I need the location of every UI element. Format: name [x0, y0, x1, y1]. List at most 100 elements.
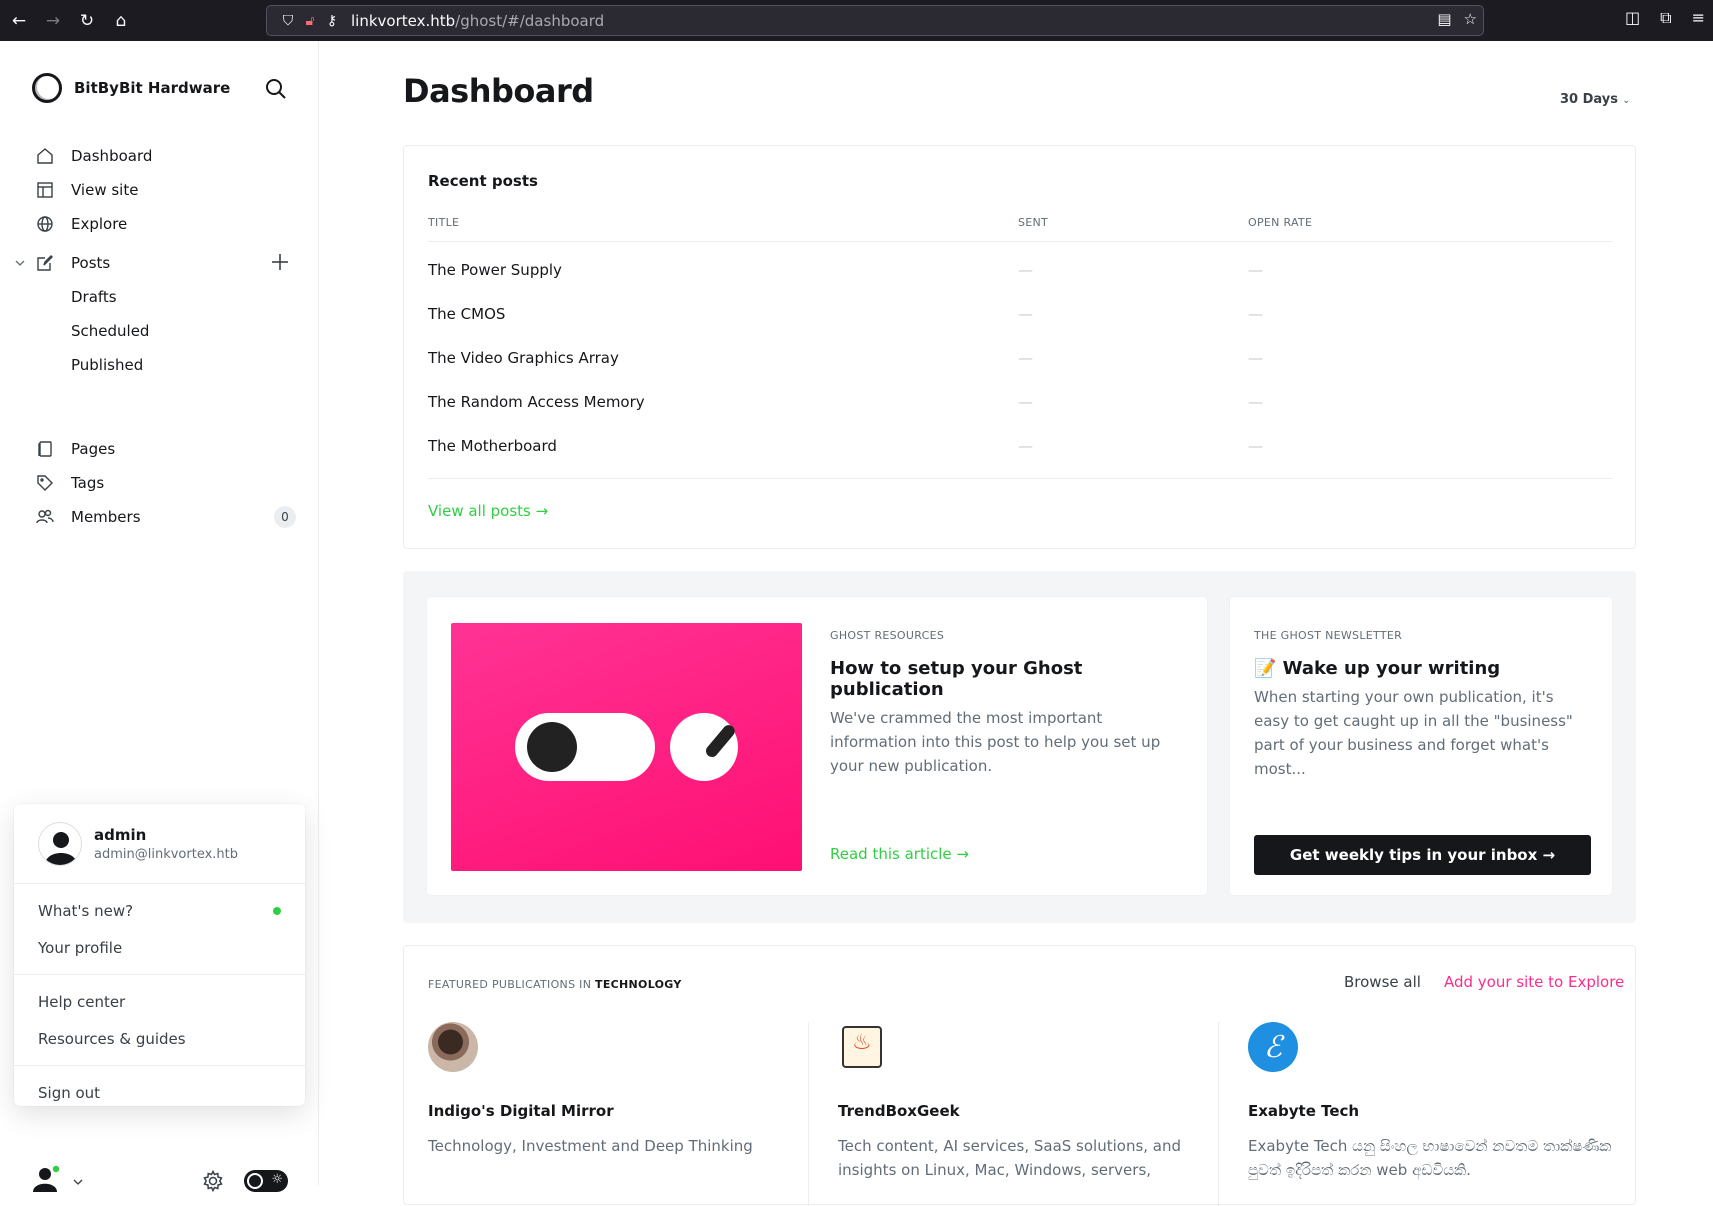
post-title[interactable]: The CMOS	[428, 305, 505, 323]
nav-view-site[interactable]: View site	[36, 173, 296, 207]
newsletter-heading: 📝 Wake up your writing	[1254, 658, 1501, 679]
menu-resources-guides[interactable]: Resources & guides	[14, 1020, 305, 1057]
divider	[1218, 1022, 1219, 1206]
nav-label: Tags	[71, 474, 105, 492]
menu-sign-out[interactable]: Sign out	[14, 1074, 305, 1111]
featured-prefix: FEATURED PUBLICATIONS IN	[428, 978, 592, 991]
url-bar[interactable]: ⛉ 🔓︎ ⚷ linkvortex.htb/ghost/#/dashboard …	[266, 5, 1484, 36]
nav-tags[interactable]: Tags	[36, 466, 296, 500]
user-email: admin@linkvortex.htb	[94, 846, 238, 862]
read-article-link[interactable]: Read this article →	[830, 845, 969, 863]
menu-label: What's new?	[38, 901, 134, 920]
post-title[interactable]: The Video Graphics Array	[428, 349, 619, 367]
lock-insecure-icon[interactable]: 🔓︎	[299, 13, 321, 29]
featured-heading: FEATURED PUBLICATIONS IN TECHNOLOGY	[428, 978, 682, 991]
publication-name: Exabyte Tech	[1248, 1102, 1360, 1120]
menu-label: Your profile	[38, 938, 123, 957]
home-icon	[36, 147, 54, 165]
sent-value: —	[1018, 261, 1033, 279]
nav-pages[interactable]: Pages	[36, 432, 296, 466]
publication-description: Exabyte Tech යනු සිංහල භාෂාවෙන් නවතම තාක…	[1248, 1137, 1612, 1179]
resources-heading[interactable]: How to setup your Ghost publication	[830, 658, 1182, 700]
chevron-down-icon	[73, 1179, 83, 1185]
post-title[interactable]: The Power Supply	[428, 261, 562, 279]
menu-whats-new[interactable]: What's new?	[14, 892, 305, 929]
page-title: Dashboard	[403, 72, 594, 110]
recent-posts-card: Recent posts TITLE SENT OPEN RATE The Po…	[403, 145, 1636, 549]
post-title[interactable]: The Motherboard	[428, 437, 557, 455]
key-icon[interactable]: ⚷	[321, 13, 343, 29]
publication-logo: ℰ	[1248, 1022, 1298, 1072]
table-row[interactable]: The Video Graphics Array — —	[428, 337, 1613, 381]
table-row[interactable]: The Motherboard — —	[428, 425, 1613, 469]
sent-value: —	[1018, 393, 1033, 411]
resources-section: GHOST RESOURCES How to setup your Ghost …	[403, 571, 1636, 923]
nav-posts[interactable]: Posts	[15, 246, 296, 280]
extensions-icon[interactable]: ⧉	[1660, 8, 1671, 28]
newsletter-signup-button[interactable]: Get weekly tips in your inbox →	[1254, 835, 1591, 875]
gear-icon[interactable]	[202, 1170, 224, 1192]
nav-dashboard[interactable]: Dashboard	[36, 139, 296, 173]
bookmark-star-icon[interactable]: ☆	[1464, 10, 1477, 28]
menu-help-center[interactable]: Help center	[14, 983, 305, 1020]
back-icon[interactable]: ←	[4, 6, 34, 36]
sent-value: —	[1018, 437, 1033, 455]
newsletter-kicker: THE GHOST NEWSLETTER	[1254, 629, 1403, 642]
new-post-plus-icon[interactable]	[270, 252, 290, 272]
publication-card[interactable]: Indigo's Digital Mirror Technology, Inve…	[428, 1022, 788, 1158]
table-row[interactable]: The Power Supply — —	[428, 249, 1613, 293]
open-rate-value: —	[1248, 393, 1263, 411]
forward-icon[interactable]: →	[38, 6, 68, 36]
publication-description: Technology, Investment and Deep Thinking	[428, 1137, 753, 1155]
recent-posts-title: Recent posts	[428, 172, 538, 190]
nav-drafts[interactable]: Drafts	[36, 280, 296, 314]
date-range-select[interactable]: 30 Days ⌄	[1560, 92, 1630, 107]
nav-label: Drafts	[71, 288, 117, 306]
nav-members[interactable]: Members 0	[36, 500, 296, 534]
avatar	[38, 821, 82, 866]
column-header-title: TITLE	[428, 216, 460, 229]
table-row[interactable]: The Random Access Memory — —	[428, 381, 1613, 425]
view-all-posts-link[interactable]: View all posts →	[428, 502, 548, 520]
browse-all-link[interactable]: Browse all	[1344, 973, 1421, 991]
publication-card[interactable]: ℰ Exabyte Tech Exabyte Tech යනු සිංහල භා…	[1248, 1022, 1618, 1182]
open-rate-value: —	[1248, 261, 1263, 279]
user-name: admin	[94, 825, 147, 844]
brand-name: BitByBit Hardware	[74, 79, 231, 97]
menu-your-profile[interactable]: Your profile	[14, 929, 305, 966]
reader-view-icon[interactable]: ▤	[1437, 10, 1451, 28]
publication-logo: ♨	[842, 1026, 882, 1068]
url-text[interactable]: linkvortex.htb/ghost/#/dashboard	[351, 12, 604, 30]
publication-name: TrendBoxGeek	[838, 1102, 960, 1120]
column-header-open-rate: OPEN RATE	[1248, 216, 1313, 229]
table-row[interactable]: The CMOS — —	[428, 293, 1613, 337]
reload-icon[interactable]: ↻	[72, 6, 102, 36]
featured-publications-card: FEATURED PUBLICATIONS IN TECHNOLOGY Brow…	[403, 945, 1636, 1206]
brand[interactable]: BitByBit Hardware	[32, 73, 230, 103]
avatar-icon	[33, 1164, 61, 1192]
nav-label: View site	[71, 181, 139, 199]
pocket-icon[interactable]: ◫	[1625, 8, 1640, 28]
nav-published[interactable]: Published	[36, 348, 296, 382]
nav-explore[interactable]: Explore	[36, 207, 296, 241]
column-header-sent: SENT	[1018, 216, 1049, 229]
post-title[interactable]: The Random Access Memory	[428, 393, 645, 411]
user-avatar-button[interactable]	[32, 1164, 83, 1200]
add-site-link[interactable]: Add your site to Explore	[1444, 973, 1624, 991]
globe-icon	[36, 215, 54, 233]
chevron-down-icon[interactable]	[14, 257, 26, 269]
ghost-resources-card[interactable]: GHOST RESOURCES How to setup your Ghost …	[427, 597, 1207, 895]
members-icon	[36, 508, 54, 526]
publication-card[interactable]: ♨ TrendBoxGeek Tech content, AI services…	[838, 1022, 1198, 1182]
theme-toggle[interactable]: ☼	[244, 1170, 288, 1192]
divider	[808, 1022, 809, 1206]
open-rate-value: —	[1248, 437, 1263, 455]
open-rate-value: —	[1248, 305, 1263, 323]
home-icon[interactable]: ⌂	[106, 6, 136, 36]
shield-icon[interactable]: ⛉	[277, 13, 299, 29]
menu-icon[interactable]: ≡	[1692, 8, 1705, 28]
search-icon[interactable]	[264, 77, 288, 101]
nav-scheduled[interactable]: Scheduled	[36, 314, 296, 348]
publication-description: Tech content, AI services, SaaS solution…	[838, 1137, 1182, 1179]
browser-toolbar: ← → ↻ ⌂ ⛉ 🔓︎ ⚷ linkvortex.htb/ghost/#/da…	[0, 0, 1713, 41]
